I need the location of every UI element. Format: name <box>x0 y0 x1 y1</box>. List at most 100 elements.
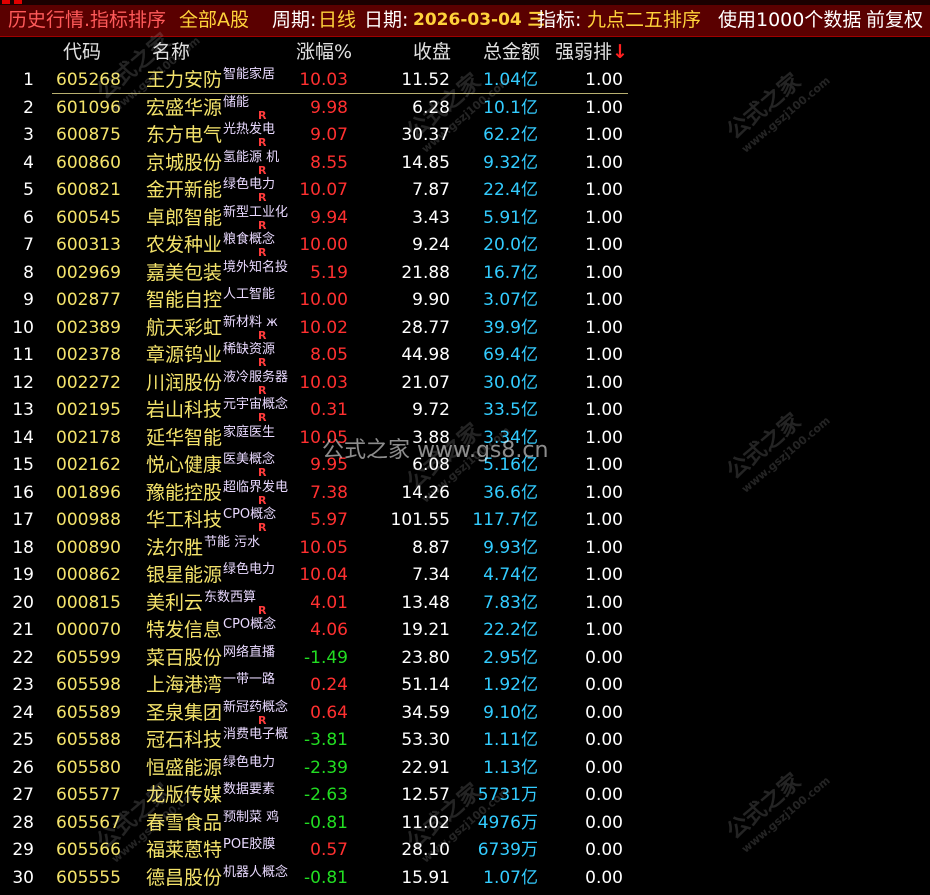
table-row[interactable]: 20 000815 美利云 东数西算 R 4.01 13.48 7.83亿 1.00 <box>0 590 930 618</box>
table-row[interactable]: 21 000070 特发信息 CPO概念 4.06 19.21 22.2亿 1.00 <box>0 617 930 645</box>
stock-code: 002378 <box>56 345 121 365</box>
selected-row-underline <box>52 93 628 94</box>
turnover-amount: 9.93亿 <box>483 537 538 558</box>
close-price: 34.59 <box>401 702 450 723</box>
stock-name: 福莱蒽特 <box>146 839 223 861</box>
table-row[interactable]: 7 600313 农发种业 粮食概念 R 10.00 9.24 20.0亿 1.00 <box>0 232 930 260</box>
table-row[interactable]: 22 605599 菜百股份 网络直播 -1.49 23.80 2.95亿 0.00 <box>0 645 930 673</box>
concept-tag: 绿色电力 <box>223 754 276 770</box>
close-price: 9.72 <box>412 400 450 420</box>
close-price: 101.55 <box>390 510 450 530</box>
col-header-name[interactable]: 名称 <box>152 38 190 66</box>
turnover-amount: 22.4亿 <box>483 180 538 200</box>
date-value[interactable]: 2026-03-04 三 <box>413 5 545 36</box>
table-row[interactable]: 25 605588 冠石科技 消费电子概 -3.81 53.30 1.11亿 0.00 <box>0 727 930 755</box>
strength-rank: 0.00 <box>585 785 623 805</box>
concept-tag: 光热发电 <box>223 122 276 137</box>
table-row[interactable]: 9 002877 智能自控 人工智能 10.00 9.90 3.07亿 1.00 <box>0 287 930 315</box>
stock-name: 王力安防 <box>146 69 223 91</box>
adjust-mode[interactable]: 前复权 <box>866 5 923 36</box>
strength-rank: 1.00 <box>585 317 623 338</box>
change-percent: -1.49 <box>304 647 348 668</box>
table-row[interactable]: 28 605567 春雪食品 预制菜 鸡 -0.81 11.02 4976万 0.00 <box>0 810 930 838</box>
stock-code: 600860 <box>56 152 121 173</box>
table-row[interactable]: 14 002178 延华智能 家庭医生 10.05 3.88 3.34亿 1.00 <box>0 425 930 453</box>
window-control-mark[interactable] <box>14 0 22 4</box>
table-row[interactable]: 23 605598 上海港湾 一带一路 0.24 51.14 1.92亿 0.00 <box>0 672 930 700</box>
concept-tag: 绿色电力 <box>223 562 276 577</box>
concept-tag: 智能家居 <box>223 67 276 82</box>
table-row[interactable]: 15 002162 悦心健康 医美概念 R 9.95 6.08 5.16亿 1.00 <box>0 452 930 480</box>
table-row[interactable]: 13 002195 岩山科技 元宇宙概念 R 0.31 9.72 33.5亿 1.00 <box>0 397 930 425</box>
table-row[interactable]: 10 002389 航天彩虹 新材料 ж R 10.02 28.77 39.9亿 1.00 <box>0 315 930 343</box>
stock-name: 龙版传媒 <box>146 784 223 806</box>
strength-rank: 1.00 <box>585 592 623 613</box>
stock-name: 冠石科技 <box>146 729 223 751</box>
close-price: 14.26 <box>401 482 450 503</box>
row-index: 25 <box>12 730 34 750</box>
strength-rank: 1.00 <box>585 455 623 475</box>
window-control-mark[interactable] <box>2 0 10 4</box>
turnover-amount: 16.7亿 <box>483 262 538 283</box>
table-row[interactable]: 6 600545 卓郎智能 新型工业化 R 9.94 3.43 5.91亿 1.00 <box>0 205 930 233</box>
close-price: 51.14 <box>401 675 450 695</box>
concept-tag: 稀缺资源 <box>223 342 276 357</box>
close-price: 30.37 <box>401 125 450 145</box>
row-index: 8 <box>23 262 34 283</box>
row-index: 9 <box>23 290 34 310</box>
turnover-amount: 4976万 <box>477 812 538 833</box>
stock-name: 特发信息 <box>146 619 223 641</box>
row-index: 6 <box>23 207 34 228</box>
stock-code: 000890 <box>56 537 121 558</box>
table-row[interactable]: 27 605577 龙版传媒 数据要素 -2.63 12.57 5731万 0.00 <box>0 782 930 810</box>
turnover-amount: 1.11亿 <box>483 730 538 750</box>
strength-rank: 1.00 <box>585 400 623 420</box>
table-row[interactable]: 3 600875 东方电气 光热发电 R 9.07 30.37 62.2亿 1.00 <box>0 122 930 150</box>
strength-rank: 1.00 <box>585 372 623 393</box>
col-header-code[interactable]: 代码 <box>63 38 101 66</box>
table-row[interactable]: 26 605580 恒盛能源 绿色电力 -2.39 22.91 1.13亿 0.00 <box>0 755 930 783</box>
turnover-amount: 20.0亿 <box>483 235 538 255</box>
col-header-amount[interactable]: 总金额 <box>483 38 540 66</box>
strength-rank: 1.00 <box>585 482 623 503</box>
turnover-amount: 5731万 <box>477 785 538 805</box>
close-price: 28.10 <box>401 840 450 860</box>
table-row[interactable]: 1 605268 王力安防 智能家居 10.03 11.52 1.04亿 1.00 <box>0 67 930 95</box>
table-row[interactable]: 30 605555 德昌股份 机器人概念 -0.81 15.91 1.07亿 0.00 <box>0 865 930 893</box>
col-header-rank[interactable]: 强弱排↓ <box>555 38 628 66</box>
turnover-amount: 30.0亿 <box>483 372 538 393</box>
close-price: 22.91 <box>401 757 450 778</box>
period-value[interactable]: 日线 <box>318 5 356 36</box>
change-percent: 10.03 <box>299 70 348 90</box>
strength-rank: 1.00 <box>585 70 623 90</box>
close-price: 9.90 <box>412 290 450 310</box>
table-row[interactable]: 8 002969 嘉美包装 境外知名投 5.19 21.88 16.7亿 1.00 <box>0 260 930 288</box>
table-row[interactable]: 2 601096 宏盛华源 储能 R 9.98 6.28 10.1亿 1.00 <box>0 95 930 123</box>
stock-code: 002178 <box>56 427 121 448</box>
row-index: 23 <box>12 675 34 695</box>
turnover-amount: 33.5亿 <box>483 400 538 420</box>
table-row[interactable]: 16 001896 豫能控股 超临界发电 R 7.38 14.26 36.6亿 1.00 <box>0 480 930 508</box>
concept-tag: 医美概念 <box>223 452 276 467</box>
table-row[interactable]: 17 000988 华工科技 CPO概念 R 5.97 101.55 117.7亿 1.00 <box>0 507 930 535</box>
indicator-value[interactable]: 九点二五排序 <box>587 5 701 36</box>
row-index: 15 <box>12 455 34 475</box>
close-price: 23.80 <box>401 647 450 668</box>
table-row[interactable]: 4 600860 京城股份 氢能源 机 R 8.55 14.85 9.32亿 1.00 <box>0 150 930 178</box>
col-header-change[interactable]: 涨幅% <box>296 38 352 66</box>
market-scope[interactable]: 全部A股 <box>179 5 249 36</box>
table-row[interactable]: 29 605566 福莱蒽特 POE胶膜 0.57 28.10 6739万 0.00 <box>0 837 930 865</box>
table-row[interactable]: 19 000862 银星能源 绿色电力 10.04 7.34 4.74亿 1.00 <box>0 562 930 590</box>
turnover-amount: 10.1亿 <box>483 97 538 118</box>
close-price: 13.48 <box>401 592 450 613</box>
table-row[interactable]: 5 600821 金开新能 绿色电力 R 10.07 7.87 22.4亿 1.00 <box>0 177 930 205</box>
module-title: 历史行情.指标排序 <box>8 9 167 31</box>
table-row[interactable]: 11 002378 章源钨业 稀缺资源 R 8.05 44.98 69.4亿 1.00 <box>0 342 930 370</box>
table-row[interactable]: 18 000890 法尔胜 节能 污水 10.05 8.87 9.93亿 1.00 <box>0 535 930 563</box>
row-index: 12 <box>12 372 34 393</box>
turnover-amount: 2.95亿 <box>483 647 538 668</box>
col-header-close[interactable]: 收盘 <box>413 38 451 66</box>
strength-rank: 1.00 <box>585 620 623 640</box>
table-row[interactable]: 12 002272 川润股份 液冷服务器 R 10.03 21.07 30.0亿 1.00 <box>0 370 930 398</box>
table-row[interactable]: 24 605589 圣泉集团 新冠药概念 R 0.64 34.59 9.10亿 0.00 <box>0 700 930 728</box>
